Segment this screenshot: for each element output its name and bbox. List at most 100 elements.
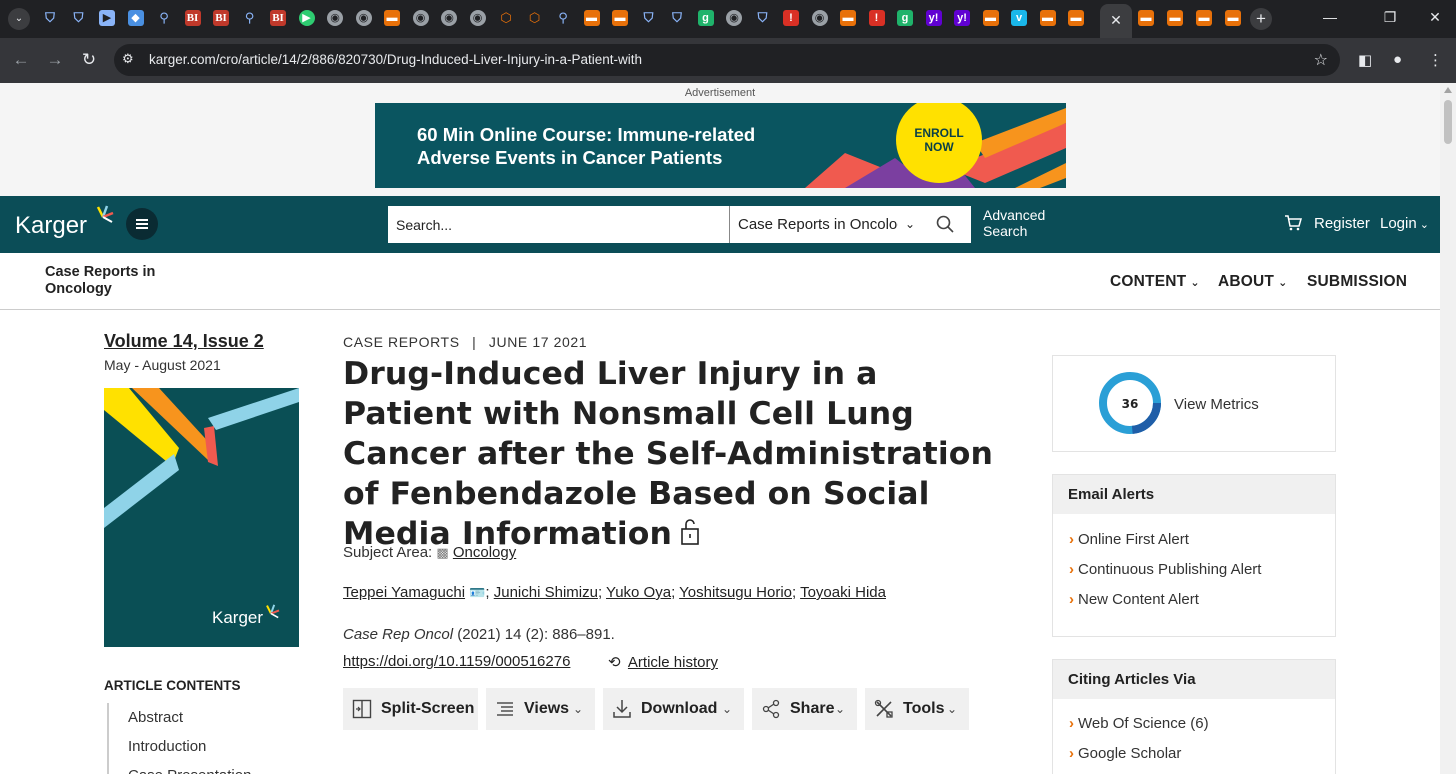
globe-icon[interactable]: ◉ [469, 10, 486, 26]
bi-logo-icon[interactable]: BI [270, 10, 286, 26]
search-icon[interactable]: ⚲ [156, 10, 172, 26]
bookmark-icon[interactable]: ▬ [612, 10, 628, 26]
graduation-cap-icon[interactable]: ◆ [127, 10, 144, 26]
bookmark-icon[interactable]: ▬ [840, 10, 856, 26]
cart-icon[interactable] [1284, 215, 1302, 231]
profile-icon[interactable]: ● [1393, 51, 1402, 68]
search-scope-select[interactable]: Case Reports in Oncology [738, 216, 898, 233]
shield-icon[interactable]: ⛉ [71, 10, 87, 26]
back-button[interactable]: ← [10, 50, 32, 70]
author-link[interactable]: Junichi Shimizu [494, 584, 598, 601]
site-info-icon[interactable]: ⚙ [122, 51, 134, 67]
nav-about[interactable]: ABOUT ⌄ [1218, 273, 1288, 291]
globe-icon[interactable]: ◉ [412, 10, 429, 26]
nav-submission[interactable]: SUBMISSION [1307, 273, 1407, 291]
yahoo-icon[interactable]: y! [954, 10, 970, 26]
globe-icon[interactable]: ◉ [327, 10, 343, 26]
hamburger-menu-button[interactable] [126, 208, 158, 240]
subject-oncology-link[interactable]: Oncology [453, 544, 516, 561]
shield-icon[interactable]: ⛉ [669, 10, 685, 26]
tools-button[interactable]: Tools ⌄ [865, 688, 969, 730]
bi-logo-icon[interactable]: BI [184, 10, 201, 26]
yahoo-icon[interactable]: y! [925, 10, 942, 26]
google-scholar-link[interactable]: › Google Scholar [1053, 739, 1335, 769]
view-metrics-link[interactable]: View Metrics [1174, 396, 1259, 413]
g-logo-icon[interactable]: g [897, 10, 913, 26]
shield-icon[interactable]: ⛉ [42, 10, 58, 26]
issue-cover-image[interactable]: Karger [104, 388, 299, 647]
new-content-alert-link[interactable]: › New Content Alert [1053, 585, 1335, 615]
bookmark-icon[interactable]: ▬ [384, 10, 400, 26]
play-icon[interactable]: ▶ [298, 10, 315, 26]
online-first-alert-link[interactable]: › Online First Alert [1053, 525, 1335, 555]
article-history-link[interactable]: ⟲ Article history [608, 653, 718, 671]
address-bar[interactable]: ⚙ karger.com/cro/article/14/2/886/820730… [114, 44, 1340, 76]
bookmark-icon[interactable]: ▬ [1167, 10, 1183, 26]
continuous-publishing-alert-link[interactable]: › Continuous Publishing Alert [1053, 555, 1335, 585]
address-url[interactable]: karger.com/cro/article/14/2/886/820730/D… [149, 52, 642, 67]
author-card-icon[interactable]: 🪪 [469, 585, 485, 600]
new-tab-button[interactable]: + [1250, 8, 1272, 30]
vimeo-icon[interactable]: v [1011, 10, 1027, 26]
author-link[interactable]: Toyoaki Hida [800, 584, 886, 601]
author-link[interactable]: Teppei Yamaguchi [343, 584, 465, 601]
minimize-icon[interactable]: — [1320, 9, 1340, 25]
journal-name-link[interactable]: Case Reports in Oncology [45, 264, 185, 298]
web-of-science-link[interactable]: › Web Of Science (6) [1053, 709, 1335, 739]
share-button[interactable]: Share ⌄ [752, 688, 857, 730]
shield-icon[interactable]: ⛉ [755, 10, 771, 26]
nav-content[interactable]: CONTENT ⌄ [1110, 273, 1200, 291]
search-icon[interactable]: ⚲ [242, 10, 258, 26]
bookmark-icon[interactable]: ▬ [1068, 10, 1084, 26]
side-panel-icon[interactable]: ◧ [1358, 51, 1372, 69]
bookmark-icon[interactable]: ▬ [1225, 10, 1241, 26]
search-icon[interactable] [936, 215, 954, 233]
toc-item-introduction[interactable]: Introduction [109, 732, 307, 761]
register-link[interactable]: Register [1314, 215, 1370, 232]
close-window-icon[interactable]: ✕ [1425, 9, 1445, 26]
forward-button[interactable]: → [44, 50, 66, 70]
bookmark-icon[interactable]: ▬ [1196, 10, 1212, 26]
page-scrollbar[interactable] [1440, 83, 1456, 774]
bookmark-star-icon[interactable]: ☆ [1314, 50, 1328, 70]
bookmark-icon[interactable]: ▬ [982, 10, 999, 26]
download-button[interactable]: Download ⌄ [603, 688, 744, 730]
chevron-down-icon[interactable]: ⌄ [905, 217, 915, 231]
bi-logo-icon[interactable]: BI [213, 10, 229, 26]
globe-icon[interactable]: ◉ [726, 10, 742, 26]
restore-icon[interactable]: ❐ [1380, 9, 1400, 26]
search-icon[interactable]: ⚲ [555, 10, 571, 26]
g-logo-icon[interactable]: g [697, 10, 714, 26]
globe-icon[interactable]: ◉ [355, 10, 372, 26]
altmetric-donut-icon[interactable]: 36 [1099, 372, 1161, 434]
browser-menu-icon[interactable]: ⋮ [1428, 51, 1443, 69]
bookmark-icon[interactable]: ▬ [1039, 10, 1056, 26]
tab-search-button[interactable]: ⌄ [8, 8, 30, 30]
shield-icon[interactable]: ⛉ [641, 10, 657, 26]
doi-link[interactable]: https://doi.org/10.1159/000516276 [343, 653, 570, 670]
badge-icon[interactable]: ⬡ [527, 10, 543, 26]
advanced-search-link[interactable]: Advanced Search [983, 207, 1045, 239]
active-tab-close-icon[interactable]: ✕ [1100, 4, 1132, 38]
split-screen-button[interactable]: Split-Screen [343, 688, 478, 730]
scroll-up-arrow-icon[interactable] [1444, 87, 1452, 93]
bookmark-icon[interactable]: ▬ [1138, 10, 1154, 26]
bookmark-icon[interactable]: ▬ [583, 10, 600, 26]
document-icon[interactable]: ▶ [99, 10, 115, 26]
globe-icon[interactable]: ◉ [811, 10, 828, 26]
red-app-icon[interactable]: ! [868, 10, 885, 26]
author-link[interactable]: Yoshitsugu Horio [679, 584, 792, 601]
toc-item-case-presentation[interactable]: Case Presentation [109, 761, 307, 774]
red-app-icon[interactable]: ! [783, 10, 799, 26]
reload-button[interactable]: ↻ [78, 50, 100, 70]
author-link[interactable]: Yuko Oya [606, 584, 671, 601]
advertisement-banner[interactable]: 60 Min Online Course: Immune-related Adv… [375, 103, 1066, 188]
scrollbar-thumb[interactable] [1444, 100, 1452, 144]
search-input[interactable] [388, 206, 730, 243]
toc-item-abstract[interactable]: Abstract [109, 703, 307, 732]
login-link[interactable]: Login ⌄ [1380, 215, 1429, 232]
volume-issue-link[interactable]: Volume 14, Issue 2 [104, 331, 264, 352]
badge-icon[interactable]: ⬡ [498, 10, 514, 26]
views-button[interactable]: Views ⌄ [486, 688, 595, 730]
karger-logo[interactable]: Karger [15, 205, 114, 240]
